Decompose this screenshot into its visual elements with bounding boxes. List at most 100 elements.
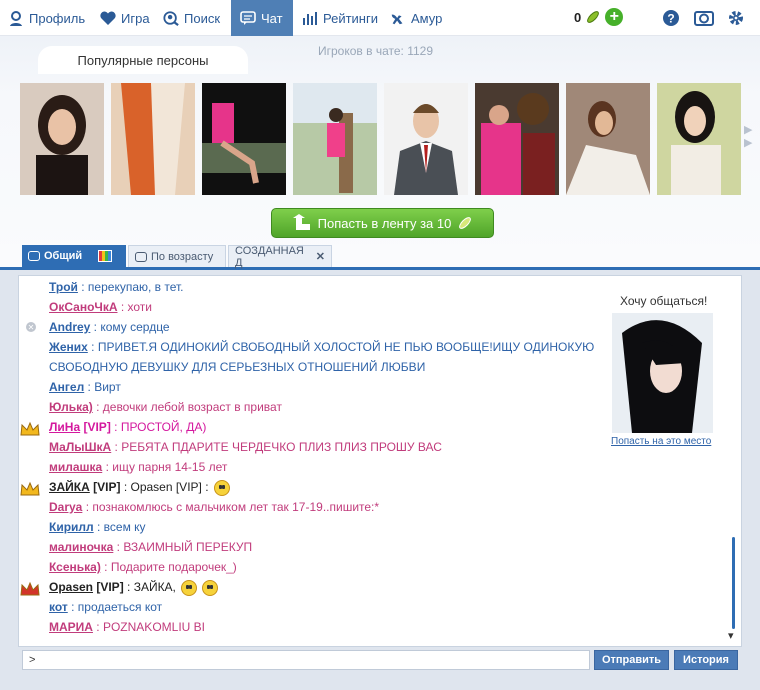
chat-message: Трой : перекупаю, в тет. — [49, 280, 184, 294]
nav-search[interactable]: Поиск — [163, 0, 220, 36]
message-nick[interactable]: Жених — [49, 340, 88, 354]
chat-message: МАРИА : POZNAKOMLIU BI — [49, 620, 205, 634]
popular-photo[interactable] — [384, 83, 468, 195]
bars-icon — [303, 12, 317, 25]
chat-message: Opasen [VIP] : ЗАЙКА, — [49, 580, 218, 596]
message-text: : ВЗАИМНЫЙ ПЕРЕКУП — [113, 540, 253, 554]
vip-badge: [VIP] — [80, 420, 111, 434]
chat-message: Andrey : кому сердце — [49, 320, 170, 334]
smiley-icon — [201, 580, 218, 596]
side-promo-title: Хочу общаться! — [620, 294, 708, 308]
help-icon[interactable]: ? — [662, 9, 680, 27]
message-text: СВОБОДНУЮ ДЕВУШКУ ДЛЯ СЕРЬЕЗНЫХ ОТНОШЕНИ… — [49, 360, 426, 374]
chat-message: Ксенька) : Подарите подарочек_) — [49, 560, 237, 574]
message-nick[interactable]: Ксенька) — [49, 560, 101, 574]
message-nick[interactable]: ЗАЙКА — [49, 480, 90, 494]
get-this-spot-link[interactable]: Попасть на это место — [611, 436, 711, 447]
cupid-icon — [391, 14, 403, 25]
chat-message: Ангел : Вирт — [49, 380, 121, 394]
popular-photo[interactable] — [293, 83, 377, 195]
chat-icon — [240, 11, 256, 25]
search-user-icon — [163, 11, 179, 26]
message-text: : познакомлюсь с мальчиком лет так 17-19… — [82, 500, 380, 514]
message-nick[interactable]: Opasen — [49, 580, 93, 594]
message-nick[interactable]: Darya — [49, 500, 82, 514]
message-nick[interactable]: малиночка — [49, 540, 113, 554]
blocked-user-icon[interactable]: ✕ — [26, 322, 36, 332]
message-nick[interactable]: ЛиНа — [49, 420, 80, 434]
add-coins-button[interactable]: + — [605, 8, 624, 26]
message-text: : Вирт — [84, 380, 121, 394]
coin-count: 0 — [574, 9, 582, 25]
popular-photo[interactable] — [657, 83, 741, 195]
popular-photo[interactable] — [20, 83, 104, 195]
history-button[interactable]: История — [674, 650, 738, 670]
chat-message: Жених : ПРИВЕТ.Я ОДИНОКИЙ СВОБОДНЫЙ ХОЛО… — [49, 340, 594, 354]
nav-profile[interactable]: Профиль — [8, 0, 85, 36]
popular-photo[interactable] — [566, 83, 650, 195]
tab-by-age-label: По возрасту — [151, 250, 214, 263]
crown-icon — [20, 581, 40, 596]
popular-scroll-arrows[interactable]: ▶ ▶ — [744, 124, 752, 150]
profile-icon — [10, 11, 22, 26]
message-nick[interactable]: милашка — [49, 460, 102, 474]
cucumber-coin-icon — [587, 11, 600, 23]
players-count: Игроков в чате: 1129 — [318, 44, 433, 58]
smiley-icon — [180, 580, 197, 596]
get-into-feed-button[interactable]: Попасть в ленту за 10 — [271, 208, 494, 238]
nav-games[interactable]: Игра — [100, 0, 150, 36]
nav-chat[interactable]: Чат — [231, 0, 293, 36]
message-nick[interactable]: МАРИА — [49, 620, 93, 634]
nav-amur-label: Амур — [411, 10, 443, 26]
popular-tab[interactable]: Популярные персоны — [38, 46, 248, 74]
flag-icon — [98, 250, 113, 262]
message-nick[interactable]: МаЛыШкА — [49, 440, 111, 454]
nav-profile-label: Профиль — [29, 10, 86, 26]
tab-by-age[interactable]: По возрасту — [128, 245, 226, 267]
tab-created-room[interactable]: СОЗДАННАЯ Д ✕ — [228, 245, 332, 269]
message-text: : ПРИВЕТ.Я ОДИНОКИЙ СВОБОДНЫЙ ХОЛОСТОЙ Н… — [87, 340, 595, 354]
message-nick[interactable]: Юлька) — [49, 400, 93, 414]
scroll-down-icon[interactable]: ▾ — [728, 629, 734, 642]
message-text: : хоти — [117, 300, 152, 314]
popular-photo[interactable] — [475, 83, 559, 195]
nav-ratings[interactable]: Рейтинги — [302, 0, 378, 36]
nav-amur[interactable]: Амур — [390, 0, 442, 36]
chat-message: ЗАЙКА [VIP] : Opasen [VIP] : — [49, 480, 230, 496]
message-text: : РЕБЯТА ПДАРИТЕ ЧЕРДЕЧКО ПЛИЗ ПЛИЗ ПРОШ… — [111, 440, 442, 454]
scrollbar-thumb[interactable] — [732, 537, 735, 629]
popular-photo[interactable] — [111, 83, 195, 195]
chat-message: МаЛыШкА : РЕБЯТА ПДАРИТЕ ЧЕРДЕЧКО ПЛИЗ П… — [49, 440, 442, 454]
message-nick[interactable]: ОкСаноЧкА — [49, 300, 118, 314]
message-text: : ЗАЙКА, — [123, 580, 176, 595]
message-text: : POZNAKOMLIU BI — [92, 620, 205, 634]
close-icon[interactable]: ✕ — [316, 250, 325, 263]
message-text: : всем ку — [93, 520, 146, 534]
crown-icon — [20, 481, 40, 496]
chat-message: Юлька) : девочки лебой возраст в приват — [49, 400, 282, 414]
message-text: : продаеться кот — [67, 600, 163, 614]
vip-badge: [VIP] — [93, 580, 124, 595]
side-promo-photo[interactable] — [612, 313, 713, 433]
message-text: : Opasen [VIP] : — [120, 480, 209, 495]
message-nick[interactable]: Трой — [49, 280, 78, 294]
message-nick[interactable]: Ангел — [49, 380, 84, 394]
photo-icon[interactable] — [694, 9, 714, 27]
popular-photo[interactable] — [202, 83, 286, 195]
chat-bubble-icon — [135, 251, 147, 262]
gear-icon[interactable] — [727, 9, 745, 27]
chat-message-input[interactable] — [22, 650, 590, 670]
smiley-icon — [213, 480, 230, 496]
message-nick[interactable]: Кирилл — [49, 520, 94, 534]
chat-scrollbar[interactable]: ▾ — [727, 277, 739, 645]
message-nick[interactable]: кот — [49, 600, 68, 614]
chat-message: ОкСаноЧкА : хоти — [49, 300, 152, 314]
vip-badge: [VIP] — [89, 480, 121, 495]
send-button[interactable]: Отправить — [594, 650, 669, 670]
crown-icon — [20, 421, 40, 436]
message-text: : Подарите подарочек_) — [100, 560, 237, 574]
chat-message: кот : продаеться кот — [49, 600, 162, 614]
tab-general[interactable]: Общий — [22, 245, 126, 267]
message-nick[interactable]: Andrey — [49, 320, 90, 334]
chat-message: СВОБОДНУЮ ДЕВУШКУ ДЛЯ СЕРЬЕЗНЫХ ОТНОШЕНИ… — [49, 360, 425, 374]
